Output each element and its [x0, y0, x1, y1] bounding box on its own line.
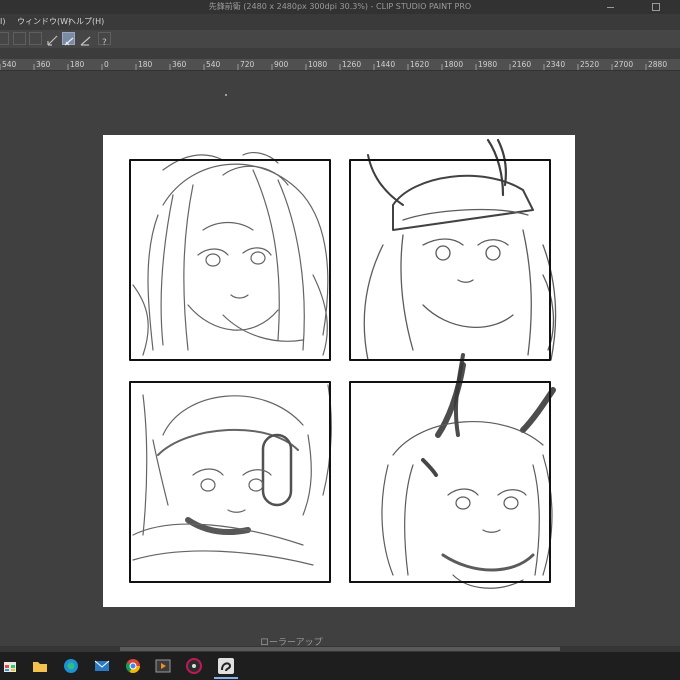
- tool-button-2[interactable]: [13, 32, 26, 45]
- store-icon[interactable]: [2, 658, 18, 674]
- panel-a-sketch: [132, 152, 329, 356]
- maximize-icon[interactable]: [650, 2, 662, 12]
- scrollbar-thumb[interactable]: [120, 647, 560, 651]
- command-bar: ?: [0, 30, 680, 49]
- file-explorer-icon[interactable]: [32, 658, 48, 674]
- cursor-dot: [225, 94, 227, 96]
- panel-d-sketch: [381, 362, 556, 589]
- drawing-canvas[interactable]: [103, 135, 575, 607]
- chrome-icon[interactable]: [125, 658, 141, 674]
- video-player-icon[interactable]: [155, 658, 171, 674]
- active-app-indicator: [214, 677, 238, 679]
- taskbar: [0, 652, 680, 680]
- snap-special-ruler-icon[interactable]: [62, 32, 75, 46]
- mail-icon[interactable]: [94, 658, 110, 674]
- tool-button-1[interactable]: [0, 32, 9, 45]
- ruler-gap: [0, 48, 680, 59]
- panel-borders: [129, 159, 551, 583]
- title-bar: 先鋒前衛 (2480 x 2480px 300dpi 30.3%) - CLIP…: [0, 0, 680, 14]
- clip-studio-icon[interactable]: [218, 658, 234, 674]
- menu-bar: I) ウィンドウ(W) ヘルプ(H): [0, 14, 680, 30]
- ruler-snap-icon[interactable]: [46, 32, 59, 46]
- ruler-ticks: [0, 64, 647, 70]
- menu-item-view[interactable]: I): [0, 14, 5, 30]
- minimize-icon[interactable]: [605, 2, 617, 12]
- svg-text:?: ?: [102, 38, 107, 48]
- panel-c-sketch: [132, 384, 332, 566]
- horizontal-ruler: 540 360 180 0 180 360 540 720 900 1080 1…: [0, 59, 680, 71]
- snap-grid-icon[interactable]: [79, 32, 92, 46]
- media-app-icon[interactable]: [186, 658, 202, 674]
- edge-icon[interactable]: [63, 658, 79, 674]
- tool-button-3[interactable]: [29, 32, 42, 45]
- menu-item-help[interactable]: ヘルプ(H): [68, 14, 104, 30]
- menu-item-window[interactable]: ウィンドウ(W): [17, 14, 71, 30]
- window-title: 先鋒前衛 (2480 x 2480px 300dpi 30.3%) - CLIP…: [208, 2, 472, 11]
- help-icon[interactable]: ?: [98, 32, 111, 48]
- sketch-artwork: [129, 138, 557, 589]
